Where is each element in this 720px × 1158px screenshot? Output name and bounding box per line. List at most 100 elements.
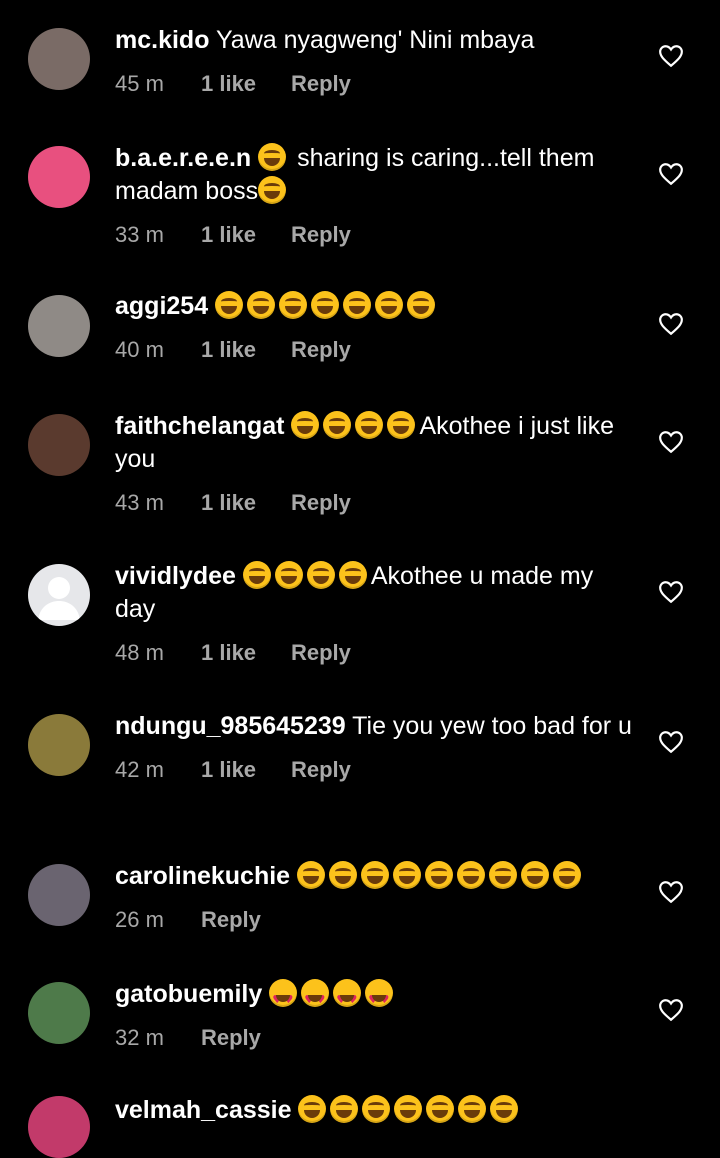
heart-icon[interactable]: [658, 430, 684, 454]
heart-eyes-emoji-icon: [301, 979, 330, 1016]
timestamp: 45 m: [115, 71, 164, 96]
heart-icon[interactable]: [658, 580, 684, 604]
heart-eyes-emoji-icon: [365, 979, 394, 1016]
joy-emoji-icon: [279, 291, 308, 319]
joy-emoji-icon: [291, 411, 320, 439]
joy-emoji-icon: [407, 291, 436, 319]
heart-eyes-emoji-icon: [333, 979, 362, 1016]
joy-emoji-icon: [553, 861, 582, 889]
likes-count[interactable]: 1 like: [201, 69, 291, 99]
default-avatar-icon: [38, 577, 80, 620]
comment-body: Tie you yew too bad for u: [352, 712, 632, 740]
joy-emoji-icon: [425, 861, 454, 889]
heart-icon[interactable]: [658, 730, 684, 754]
comment-meta: 48 m 1 like Reply: [115, 638, 635, 668]
comment-meta: 33 m 1 like Reply: [115, 220, 635, 250]
comment-body: Yawa nyagweng' Nini mbaya: [215, 26, 535, 54]
joy-emoji-icon: [387, 411, 416, 439]
joy-emoji-icon: [426, 1095, 455, 1123]
likes-count[interactable]: 1 like: [201, 488, 291, 518]
joy-emoji-icon: [489, 861, 518, 889]
comment-text: faithchelangat Akothee i just like you: [115, 410, 635, 476]
avatar[interactable]: [28, 982, 90, 1044]
heart-icon[interactable]: [658, 312, 684, 336]
timestamp: 26 m: [115, 907, 164, 932]
likes-count[interactable]: 1 like: [201, 220, 291, 250]
likes-count[interactable]: 1 like: [201, 638, 291, 668]
username[interactable]: velmah_cassie: [115, 1096, 292, 1124]
comment-text: aggi254: [115, 290, 635, 323]
avatar[interactable]: [28, 414, 90, 476]
joy-emoji-icon: [297, 861, 326, 889]
reply-button[interactable]: Reply: [201, 1023, 261, 1053]
avatar[interactable]: [28, 714, 90, 776]
joy-emoji-icon: [274, 561, 303, 589]
comment-meta: 40 m 1 like Reply: [115, 335, 635, 365]
joy-emoji-icon: [362, 1095, 391, 1123]
joy-emoji-icon: [521, 861, 550, 889]
username[interactable]: aggi254: [115, 292, 208, 320]
joy-emoji-icon: [258, 143, 287, 171]
avatar[interactable]: [28, 28, 90, 90]
avatar[interactable]: [28, 564, 90, 626]
comment-text: vividlydee Akothee u made my day: [115, 560, 635, 626]
joy-emoji-icon: [375, 291, 404, 319]
comment-meta: 26 m Reply: [115, 905, 635, 935]
avatar[interactable]: [28, 864, 90, 926]
username[interactable]: faithchelangat: [115, 412, 284, 440]
likes-count[interactable]: 1 like: [201, 755, 291, 785]
joy-emoji-icon: [215, 291, 244, 319]
joy-emoji-icon: [458, 1095, 487, 1123]
heart-icon[interactable]: [658, 998, 684, 1022]
timestamp: 42 m: [115, 757, 164, 782]
avatar[interactable]: [28, 1096, 90, 1158]
username[interactable]: ndungu_985645239: [115, 712, 346, 740]
joy-emoji-icon: [258, 176, 287, 204]
joy-emoji-icon: [355, 411, 384, 439]
comment-text: b.a.e.r.e.e.n sharing is caring...tell t…: [115, 142, 635, 208]
timestamp: 43 m: [115, 490, 164, 515]
joy-emoji-icon: [343, 291, 372, 319]
reply-button[interactable]: Reply: [291, 638, 351, 668]
joy-emoji-icon: [247, 291, 276, 319]
joy-emoji-icon: [394, 1095, 423, 1123]
joy-emoji-icon: [242, 561, 271, 589]
comment-meta: 42 m 1 like Reply: [115, 755, 635, 785]
comment-text: ndungu_985645239 Tie you yew too bad for…: [115, 710, 635, 743]
comment-meta: 43 m 1 like Reply: [115, 488, 635, 518]
comment-text: carolinekuchie: [115, 860, 635, 893]
username[interactable]: carolinekuchie: [115, 862, 290, 890]
comment-meta: 45 m 1 like Reply: [115, 69, 635, 99]
reply-button[interactable]: Reply: [201, 905, 261, 935]
username[interactable]: gatobuemily: [115, 980, 262, 1008]
joy-emoji-icon: [306, 561, 335, 589]
reply-button[interactable]: Reply: [291, 69, 351, 99]
joy-emoji-icon: [323, 411, 352, 439]
heart-eyes-emoji-icon: [269, 979, 298, 1016]
likes-count[interactable]: 1 like: [201, 335, 291, 365]
timestamp: 48 m: [115, 640, 164, 665]
joy-emoji-icon: [490, 1095, 519, 1123]
joy-emoji-icon: [298, 1095, 327, 1123]
heart-icon[interactable]: [658, 880, 684, 904]
joy-emoji-icon: [330, 1095, 359, 1123]
joy-emoji-icon: [361, 861, 390, 889]
avatar[interactable]: [28, 146, 90, 208]
reply-button[interactable]: Reply: [291, 488, 351, 518]
reply-button[interactable]: Reply: [291, 755, 351, 785]
comment-text: gatobuemily: [115, 978, 635, 1016]
joy-emoji-icon: [311, 291, 340, 319]
reply-button[interactable]: Reply: [291, 220, 351, 250]
timestamp: 32 m: [115, 1025, 164, 1050]
heart-icon[interactable]: [658, 44, 684, 68]
joy-emoji-icon: [329, 861, 358, 889]
comment-meta: 32 m Reply: [115, 1023, 635, 1053]
avatar[interactable]: [28, 295, 90, 357]
username[interactable]: mc.kido: [115, 26, 209, 54]
timestamp: 40 m: [115, 337, 164, 362]
heart-icon[interactable]: [658, 162, 684, 186]
joy-emoji-icon: [338, 561, 367, 589]
reply-button[interactable]: Reply: [291, 335, 351, 365]
username[interactable]: b.a.e.r.e.e.n: [115, 144, 251, 172]
username[interactable]: vividlydee: [115, 562, 236, 590]
